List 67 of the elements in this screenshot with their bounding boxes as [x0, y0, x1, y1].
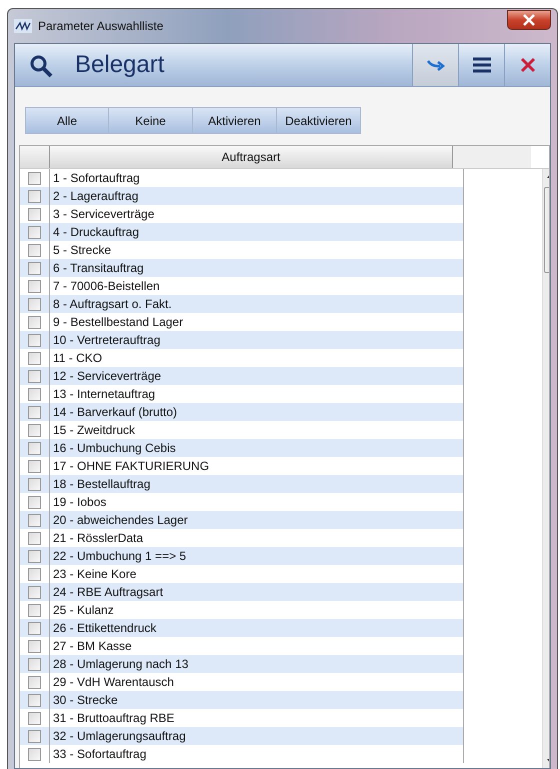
- table-cell[interactable]: 14 - Barverkauf (brutto): [50, 403, 464, 421]
- close-icon: [520, 57, 536, 73]
- checkbox[interactable]: [28, 532, 41, 544]
- checkbox[interactable]: [28, 208, 41, 220]
- checkbox[interactable]: [28, 712, 41, 724]
- table-cell[interactable]: 18 - Bestellauftrag: [50, 475, 464, 493]
- checkbox[interactable]: [28, 622, 41, 634]
- checkbox[interactable]: [28, 604, 41, 616]
- checkbox[interactable]: [28, 694, 41, 706]
- apply-button[interactable]: [412, 44, 458, 86]
- table-cell[interactable]: 20 - abweichendes Lager: [50, 511, 464, 529]
- checkbox[interactable]: [28, 514, 41, 526]
- checkbox[interactable]: [28, 190, 41, 202]
- checkbox[interactable]: [28, 676, 41, 688]
- table-cell[interactable]: 30 - Strecke: [50, 691, 464, 709]
- checkbox[interactable]: [28, 298, 41, 310]
- window-title: Parameter Auswahlliste: [38, 19, 164, 33]
- checkbox[interactable]: [28, 748, 41, 760]
- table-cell[interactable]: 28 - Umlagerung nach 13: [50, 655, 464, 673]
- table-cell[interactable]: 2 - Lagerauftrag: [50, 187, 464, 205]
- checkbox[interactable]: [28, 352, 41, 364]
- checkbox[interactable]: [28, 460, 41, 472]
- table-cell[interactable]: 22 - Umbuchung 1 ==> 5: [50, 547, 464, 565]
- checkbox[interactable]: [28, 226, 41, 238]
- table-cell[interactable]: 6 - Transitauftrag: [50, 259, 464, 277]
- column-header[interactable]: [20, 146, 50, 168]
- checkbox[interactable]: [28, 640, 41, 652]
- checkbox[interactable]: [28, 442, 41, 454]
- search-icon: [29, 54, 53, 78]
- checkbox[interactable]: [28, 406, 41, 418]
- checkbox[interactable]: [28, 388, 41, 400]
- checkbox[interactable]: [28, 550, 41, 562]
- header-title: Belegart: [75, 51, 164, 79]
- table-cell[interactable]: 8 - Auftragsart o. Fakt.: [50, 295, 464, 313]
- close-window-button[interactable]: [507, 10, 551, 30]
- table-cell[interactable]: 24 - RBE Auftragsart: [50, 583, 464, 601]
- checkbox[interactable]: [28, 424, 41, 436]
- checkbox[interactable]: [28, 316, 41, 328]
- checkbox[interactable]: [28, 730, 41, 742]
- menu-icon: [472, 57, 492, 73]
- scrollbar[interactable]: [542, 169, 549, 768]
- table-cell[interactable]: 12 - Serviceverträge: [50, 367, 464, 385]
- checkbox[interactable]: [28, 496, 41, 508]
- table-cell[interactable]: 33 - Sofortauftrag: [50, 745, 464, 763]
- checkbox[interactable]: [28, 280, 41, 292]
- column-header[interactable]: Auftragsart: [50, 146, 453, 168]
- table-cell[interactable]: 10 - Vertreterauftrag: [50, 331, 464, 349]
- checkbox[interactable]: [28, 334, 41, 346]
- toolbar-button[interactable]: Aktivieren: [193, 107, 277, 134]
- close-icon: [522, 14, 536, 26]
- table-cell[interactable]: 32 - Umlagerungsauftrag: [50, 727, 464, 745]
- table-cell[interactable]: 26 - Ettikettendruck: [50, 619, 464, 637]
- toolbar-button[interactable]: Deaktivieren: [277, 107, 361, 134]
- checkbox[interactable]: [28, 586, 41, 598]
- checkbox[interactable]: [28, 172, 41, 184]
- checkbox[interactable]: [28, 658, 41, 670]
- checkbox[interactable]: [28, 568, 41, 580]
- toolbar-button[interactable]: Keine: [109, 107, 193, 134]
- table-cell[interactable]: 4 - Druckauftrag: [50, 223, 464, 241]
- checkbox[interactable]: [28, 244, 41, 256]
- toolbar-button[interactable]: Alle: [25, 107, 109, 134]
- app-logo-icon: [14, 19, 32, 33]
- checkbox[interactable]: [28, 370, 41, 382]
- checkbox[interactable]: [28, 262, 41, 274]
- curved-arrow-icon: [426, 58, 446, 72]
- checkbox[interactable]: [28, 478, 41, 490]
- table-cell[interactable]: 16 - Umbuchung Cebis: [50, 439, 464, 457]
